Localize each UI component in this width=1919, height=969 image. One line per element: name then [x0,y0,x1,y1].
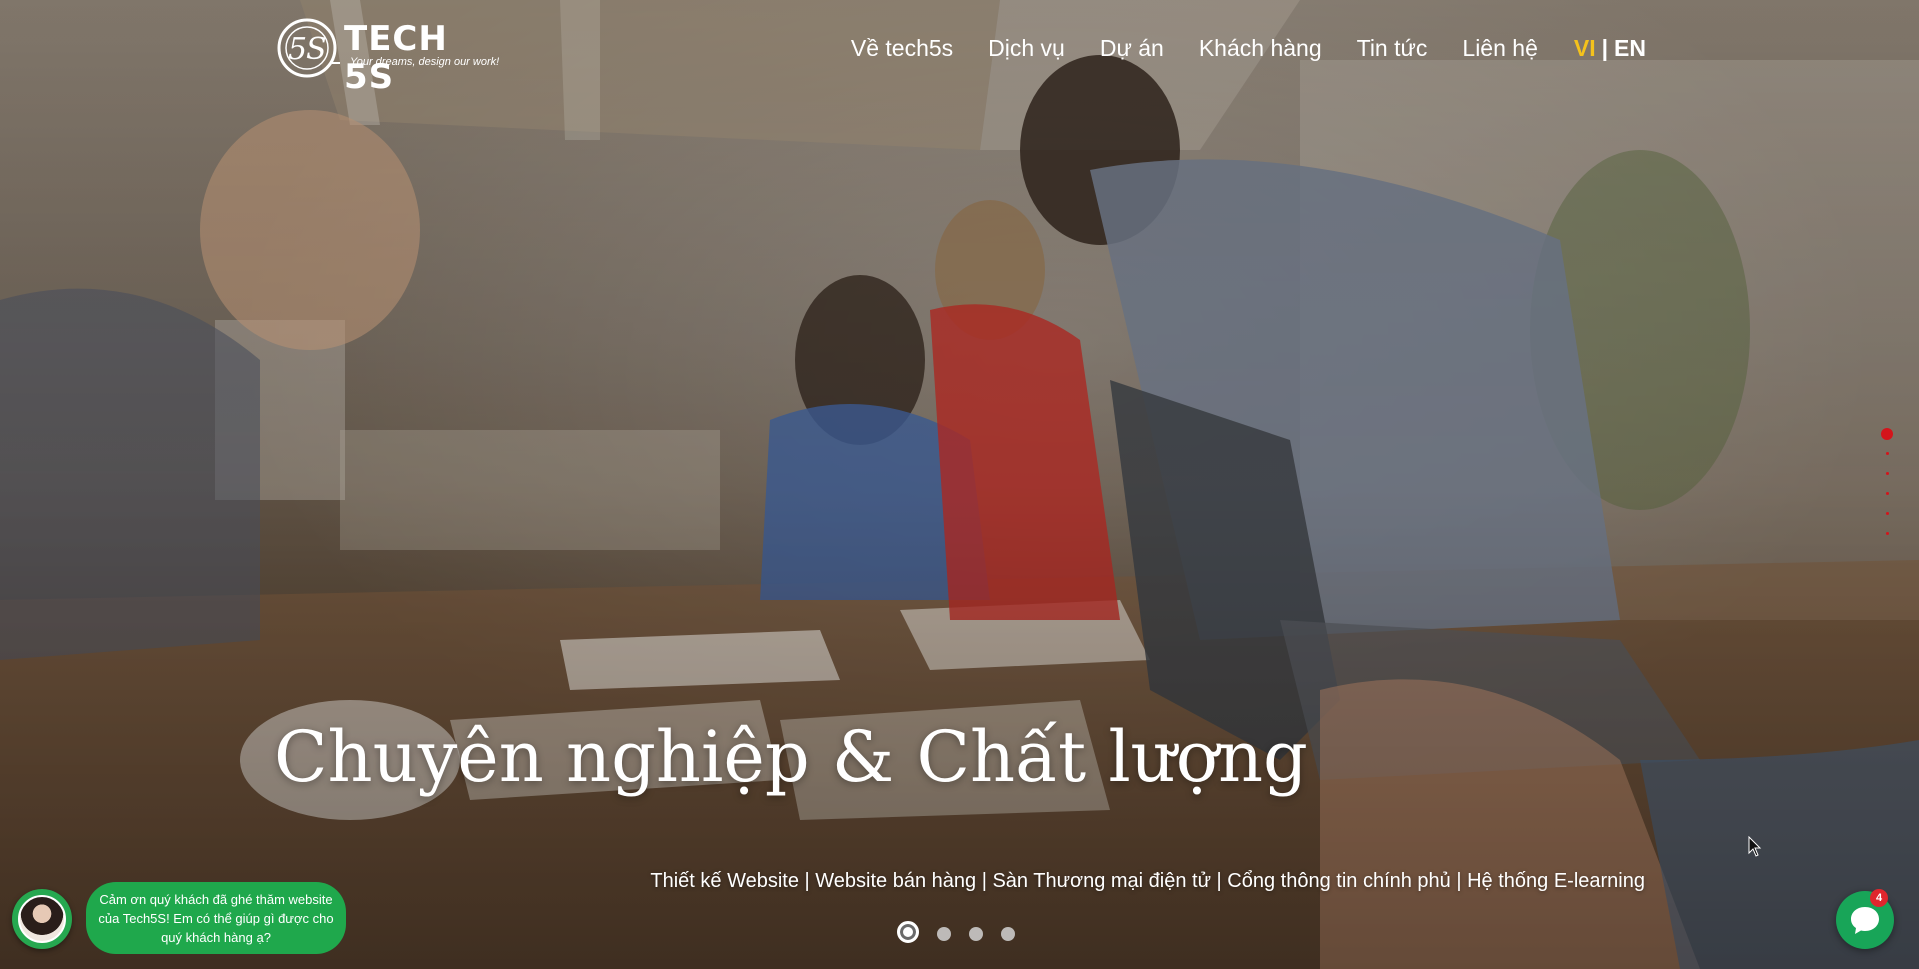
hero-dark-overlay [0,0,1919,969]
site-header: 5 S TECH 5S Your dreams, design our work… [0,0,1919,100]
slider-pagination [897,921,1015,943]
hero-slider: 5 S TECH 5S Your dreams, design our work… [0,0,1919,969]
chat-unread-badge: 4 [1870,889,1888,907]
tech5s-logo-icon: 5 S [277,18,340,78]
chat-bubble-icon [1851,907,1879,934]
svg-text:5: 5 [288,32,307,67]
nav-item-contact[interactable]: Liên hệ [1462,30,1537,66]
section-nav [1880,428,1894,552]
agent-avatar-icon [18,895,66,943]
chat-greeting-bubble[interactable]: Cảm ơn quý khách đã ghé thăm website của… [86,882,346,954]
nav-item-about[interactable]: Về tech5s [851,30,953,66]
nav-item-projects[interactable]: Dự án [1100,30,1164,66]
section-nav-dot-2[interactable] [1885,452,1889,455]
lang-vi-link[interactable]: VI [1574,30,1596,66]
site-logo[interactable]: 5 S TECH 5S Your dreams, design our work… [274,12,500,96]
chat-agent-avatar[interactable] [12,889,72,949]
slider-dot-2[interactable] [937,927,951,941]
hero-services-tagline: Thiết kế Website | Website bán hàng | Sà… [650,870,1645,892]
lang-separator: | [1601,35,1609,61]
nav-item-services[interactable]: Dịch vụ [988,30,1065,66]
section-nav-dot-1[interactable] [1881,428,1893,440]
svg-text:S: S [306,32,327,67]
lang-en-link[interactable]: EN [1614,30,1646,66]
logo-tagline: Your dreams, design our work! [350,56,500,68]
main-nav: Về tech5s Dịch vụ Dự án Khách hàng Tin t… [816,30,1646,66]
section-nav-dot-6[interactable] [1885,532,1889,535]
slider-dot-4[interactable] [1001,927,1015,941]
language-switcher: VI | EN [1574,30,1646,66]
section-nav-dot-5[interactable] [1885,512,1889,515]
mouse-pointer-icon [1748,836,1762,857]
slider-dot-3[interactable] [969,927,983,941]
nav-item-customers[interactable]: Khách hàng [1199,30,1322,66]
section-nav-dot-3[interactable] [1885,472,1889,475]
hero-headline: Chuyên nghiệp & Chất lượng [274,716,1308,798]
hero-background-image [0,0,1919,969]
nav-item-news[interactable]: Tin tức [1357,30,1428,66]
section-nav-dot-4[interactable] [1885,492,1889,495]
slider-dot-1[interactable] [897,921,919,943]
